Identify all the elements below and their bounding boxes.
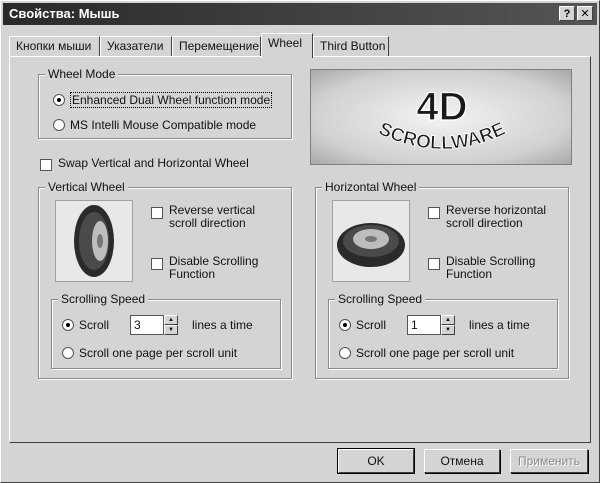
radio-vertical-scroll-page[interactable]: Scroll one page per scroll unit <box>62 346 237 360</box>
checkbox-label: Disable Scrolling Function <box>446 255 535 281</box>
checkbox-box[interactable] <box>151 258 163 270</box>
wheel-mode-group: Wheel Mode Enhanced Dual Wheel function … <box>38 67 292 139</box>
spin-down-icon[interactable]: ▼ <box>164 325 178 335</box>
radio-label: Scroll <box>79 318 110 332</box>
scrolling-speed-legend: Scrolling Speed <box>58 292 149 306</box>
logo-4d: 4D <box>416 85 467 129</box>
radio-label: Enhanced Dual Wheel function mode <box>70 92 273 108</box>
spin-down-icon[interactable]: ▼ <box>441 325 455 335</box>
radio-indicator[interactable] <box>62 347 74 359</box>
close-button[interactable]: ✕ <box>577 6 593 21</box>
disable-vertical-scrolling-checkbox[interactable]: Disable Scrolling Function <box>151 255 286 285</box>
radio-ms-intellimouse[interactable]: MS Intelli Mouse Compatible mode <box>53 118 256 132</box>
radio-label: Scroll one page per scroll unit <box>356 346 515 360</box>
radio-horizontal-scroll-lines[interactable]: Scroll <box>339 318 386 332</box>
tab-mouse-buttons[interactable]: Кнопки мыши <box>9 36 100 56</box>
reverse-horizontal-checkbox[interactable]: Reverse horizontal scroll direction <box>428 204 563 234</box>
radio-label: Scroll one page per scroll unit <box>79 346 238 360</box>
apply-button[interactable]: Применить <box>510 449 588 473</box>
spin-up-icon[interactable]: ▲ <box>164 315 178 325</box>
label-line-2: scroll direction <box>169 216 246 230</box>
horizontal-scrolling-speed-group: Scrolling Speed Scroll 1 ▲ ▼ lines a tim… <box>328 292 558 369</box>
tab-third-button[interactable]: Third Button <box>313 36 389 56</box>
label-line-2: Function <box>169 267 216 281</box>
title-bar: Свойства: Мышь ? ✕ <box>3 3 597 25</box>
tab-pointers[interactable]: Указатели <box>100 36 172 56</box>
checkbox-label: Disable Scrolling Function <box>169 255 258 281</box>
help-button[interactable]: ? <box>559 6 575 21</box>
vertical-wheel-group: Vertical Wheel Reverse vertical scroll di… <box>38 180 292 379</box>
tab-wheel[interactable]: Wheel <box>261 33 313 58</box>
checkbox-box[interactable] <box>428 258 440 270</box>
vertical-scrolling-speed-group: Scrolling Speed Scroll 3 ▲ ▼ lines a tim… <box>51 292 281 369</box>
horizontal-wheel-group: Horizontal Wheel Reverse horizontal scrol… <box>315 180 569 379</box>
lines-a-time-label: lines a time <box>469 318 530 332</box>
mouse-properties-dialog: Свойства: Мышь ? ✕ Кнопки мыши Указатели… <box>0 0 600 483</box>
label-line-1: Reverse horizontal <box>446 203 547 217</box>
scrollware-logo: 4D SCROLLWARE <box>310 69 572 165</box>
reverse-vertical-checkbox[interactable]: Reverse vertical scroll direction <box>151 204 286 234</box>
checkbox-label: Reverse horizontal scroll direction <box>446 204 546 230</box>
checkbox-label: Swap Vertical and Horizontal Wheel <box>58 156 249 170</box>
spin-up-icon[interactable]: ▲ <box>441 315 455 325</box>
radio-indicator[interactable] <box>53 94 65 106</box>
label-line-2: scroll direction <box>446 216 523 230</box>
radio-indicator[interactable] <box>62 319 74 331</box>
wheel-mode-legend: Wheel Mode <box>45 67 119 81</box>
checkbox-label: Reverse vertical scroll direction <box>169 204 255 230</box>
radio-indicator[interactable] <box>339 347 351 359</box>
label-line-1: Disable Scrolling <box>169 254 259 268</box>
radio-horizontal-scroll-page[interactable]: Scroll one page per scroll unit <box>339 346 514 360</box>
vertical-wheel-legend: Vertical Wheel <box>45 180 128 194</box>
horizontal-lines-spinner[interactable]: 1 ▲ ▼ <box>407 315 455 335</box>
label-line-2: Function <box>446 267 493 281</box>
scrolling-speed-legend: Scrolling Speed <box>335 292 426 306</box>
window-title: Свойства: Мышь <box>9 6 120 21</box>
radio-enhanced-dual-wheel[interactable]: Enhanced Dual Wheel function mode <box>53 92 273 108</box>
radio-label: Scroll <box>356 318 387 332</box>
cancel-button[interactable]: Отмена <box>424 449 500 473</box>
horizontal-lines-input[interactable]: 1 <box>407 315 441 335</box>
horizontal-wheel-legend: Horizontal Wheel <box>322 180 420 194</box>
tab-motion[interactable]: Перемещение <box>172 36 261 56</box>
lines-a-time-label: lines a time <box>192 318 253 332</box>
radio-vertical-scroll-lines[interactable]: Scroll <box>62 318 109 332</box>
checkbox-box[interactable] <box>428 207 440 219</box>
ok-button[interactable]: OK <box>337 448 415 474</box>
label-line-1: Disable Scrolling <box>446 254 536 268</box>
horizontal-tire-image <box>332 200 410 282</box>
checkbox-box[interactable] <box>40 159 52 171</box>
radio-label: MS Intelli Mouse Compatible mode <box>70 118 257 132</box>
radio-indicator[interactable] <box>339 319 351 331</box>
vertical-lines-spinner[interactable]: 3 ▲ ▼ <box>130 315 178 335</box>
vertical-lines-input[interactable]: 3 <box>130 315 164 335</box>
wheel-tab-panel: Wheel Mode Enhanced Dual Wheel function … <box>9 56 591 443</box>
vertical-tire-image <box>55 200 133 282</box>
label-line-1: Reverse vertical <box>169 203 256 217</box>
radio-indicator[interactable] <box>53 119 65 131</box>
checkbox-box[interactable] <box>151 207 163 219</box>
swap-wheels-checkbox[interactable]: Swap Vertical and Horizontal Wheel <box>40 156 300 172</box>
disable-horizontal-scrolling-checkbox[interactable]: Disable Scrolling Function <box>428 255 563 285</box>
